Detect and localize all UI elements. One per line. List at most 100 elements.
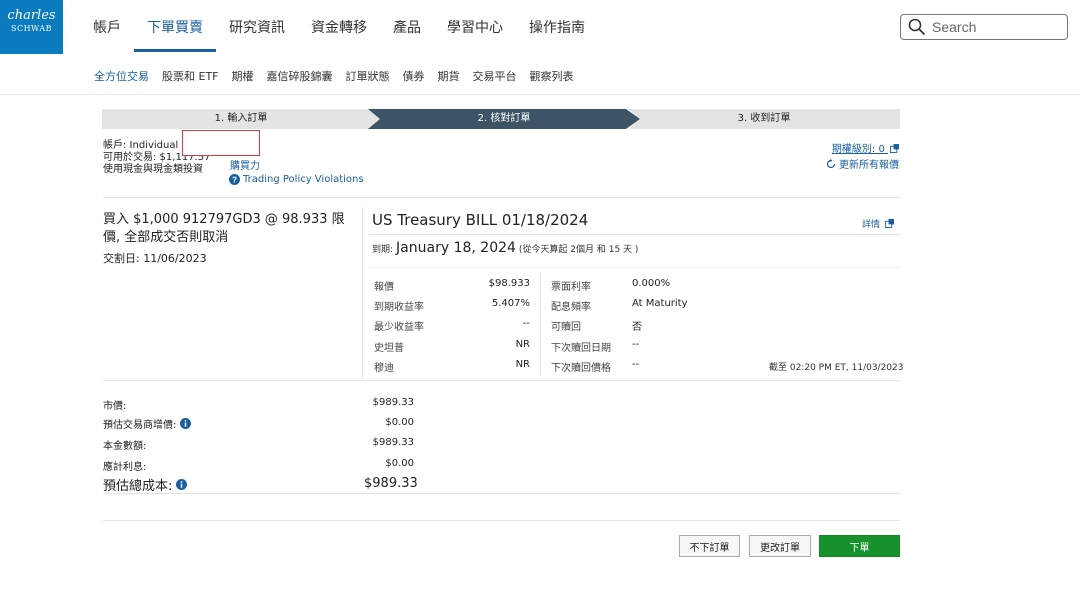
market-value-amount: $989.33 — [372, 397, 414, 408]
subnav-stock-slices[interactable]: 嘉信碎股錦囊 — [267, 68, 333, 84]
sp-rating-label: 史坦普 — [374, 343, 404, 354]
quote-label: 報價 — [374, 282, 394, 293]
trading-policy-violations-label: Trading Policy Violations — [243, 174, 364, 185]
yield-to-maturity-label: 到期收益率 — [374, 302, 424, 313]
info-icon[interactable] — [180, 418, 192, 429]
market-value-text: 市價: — [103, 401, 127, 412]
coupon-rate-value: 0.000% — [632, 278, 671, 289]
subnav-bonds[interactable]: 債券 — [403, 68, 425, 84]
total-divider — [103, 493, 900, 494]
maturity-row: 到期: January 18, 2024 (從今天算起 2個月 和 15 天 ) — [372, 240, 638, 256]
nav-trade[interactable]: 下單買賣 — [134, 0, 216, 54]
sub-nav: 全方位交易 股票和 ETF 期權 嘉信碎股錦囊 訂單狀態 債券 期貨 交易平台 … — [94, 68, 587, 84]
coupon-frequency-value: At Maturity — [632, 298, 688, 309]
trading-policy-violations-link[interactable]: ? Trading Policy Violations — [229, 174, 364, 185]
next-call-date-value: -- — [632, 339, 640, 350]
yield-to-worst-value: -- — [522, 318, 530, 329]
main-nav: 帳戶 下單買賣 研究資訊 資金轉移 產品 學習中心 操作指南 — [80, 0, 598, 54]
security-title: US Treasury BILL 01/18/2024 — [372, 211, 589, 229]
estimated-total-cost-label: 預估總成本: — [103, 475, 188, 494]
subnav-all-in-one-trade[interactable]: 全方位交易 — [94, 68, 149, 84]
accrued-interest-label: 應計利息: — [103, 458, 146, 473]
nav-products[interactable]: 產品 — [380, 0, 434, 54]
nav-learning[interactable]: 學習中心 — [434, 0, 516, 54]
step-enter-order-label: 1. 輸入訂單 — [214, 113, 268, 124]
sp-rating-value: NR — [515, 339, 530, 350]
principal-amount: $989.33 — [372, 437, 414, 448]
estimated-total-cost-amount: $989.33 — [364, 476, 418, 491]
nav-accounts[interactable]: 帳戶 — [80, 0, 134, 54]
subnav-order-status[interactable]: 訂單狀態 — [346, 68, 390, 84]
option-level-label: 期權級別: 0 — [831, 144, 885, 155]
callable-label: 可贖回 — [551, 322, 581, 333]
coupon-frequency-label: 配息頻率 — [551, 302, 591, 313]
order-summary: 買入 $1,000 912797GD3 @ 98.933 限價, 全部成交否則取… — [103, 212, 345, 245]
maturity-divider — [369, 267, 900, 268]
title-divider — [369, 234, 900, 235]
quote-timestamp: 截至 02:20 PM ET, 11/03/2023 — [769, 363, 904, 373]
step-review-order-label: 2. 核對訂單 — [477, 113, 531, 124]
buying-power-link[interactable]: 購買力 — [230, 157, 260, 172]
step-review-order: 2. 核對訂單 — [368, 109, 640, 129]
dealer-markup-text: 預估交易商增價: — [103, 420, 177, 431]
details-label: 詳情 — [862, 220, 881, 230]
details-vertical-divider — [540, 273, 541, 375]
external-link-icon — [884, 219, 894, 228]
nav-transfers[interactable]: 資金轉移 — [298, 0, 380, 54]
option-level-link[interactable]: 期權級別: 0 — [832, 140, 899, 155]
principal-label: 本金數額: — [103, 437, 146, 452]
market-value-label: 市價: — [103, 397, 126, 412]
details-link[interactable]: 詳情 — [862, 217, 894, 230]
refresh-quotes-link[interactable]: 更新所有報價 — [826, 156, 899, 171]
step-order-received: 3. 收到訂單 — [628, 109, 900, 129]
moodys-rating-label: 穆迪 — [374, 363, 394, 374]
principal-text: 本金數額: — [103, 441, 147, 452]
redaction-box — [182, 130, 260, 156]
callable-value: 否 — [632, 322, 642, 333]
costs-divider — [103, 380, 900, 381]
subnav-stocks-etf[interactable]: 股票和 ETF — [162, 68, 219, 84]
accrued-interest-amount: $0.00 — [385, 458, 414, 469]
subnav-trading-platforms[interactable]: 交易平台 — [473, 68, 517, 84]
schwab-logo[interactable]: charles SCHWAB — [0, 0, 63, 54]
next-call-price-value: -- — [632, 359, 640, 370]
settlement-date: 交割日: 11/06/2023 — [103, 252, 207, 265]
next-call-date-label: 下次贖回日期 — [551, 343, 611, 354]
nav-research[interactable]: 研究資訊 — [216, 0, 298, 54]
header-divider — [0, 94, 1080, 95]
change-order-button[interactable]: 更改訂單 — [749, 535, 811, 557]
search-icon[interactable] — [907, 17, 927, 37]
accrued-interest-text: 應計利息: — [103, 462, 147, 473]
refresh-icon — [826, 158, 836, 168]
maturity-date: January 18, 2024 — [396, 240, 516, 256]
maturity-label: 到期: — [372, 245, 394, 255]
svg-text:?: ? — [232, 175, 237, 184]
estimated-total-cost-text: 預估總成本: — [103, 479, 173, 494]
cash-investments-label: 使用現金與現金類投資 — [103, 164, 203, 175]
external-link-icon — [890, 144, 899, 153]
step-enter-order: 1. 輸入訂單 — [102, 109, 380, 129]
cancel-order-button[interactable]: 不下訂單 — [679, 535, 740, 557]
vertical-divider — [362, 207, 363, 379]
subnav-options[interactable]: 期權 — [232, 68, 254, 84]
subnav-futures[interactable]: 期貨 — [438, 68, 460, 84]
next-call-price-label: 下次贖回價格 — [551, 363, 611, 374]
help-icon: ? — [229, 174, 240, 185]
step-order-received-label: 3. 收到訂單 — [737, 113, 791, 124]
search-box[interactable] — [900, 14, 1068, 40]
order-steps: 1. 輸入訂單 2. 核對訂單 3. 收到訂單 — [102, 109, 900, 129]
actions-divider — [103, 520, 900, 521]
nav-guide[interactable]: 操作指南 — [516, 0, 598, 54]
search-input[interactable] — [932, 19, 1052, 35]
yield-to-maturity-value: 5.407% — [491, 298, 530, 309]
subnav-watchlists[interactable]: 觀察列表 — [530, 68, 574, 84]
maturity-note: (從今天算起 2個月 和 15 天 ) — [518, 245, 639, 255]
coupon-rate-label: 票面利率 — [551, 282, 591, 293]
refresh-quotes-label: 更新所有報價 — [839, 160, 899, 171]
logo-line2: SCHWAB — [10, 24, 53, 33]
section-divider — [103, 197, 900, 198]
yield-to-worst-label: 最少收益率 — [374, 322, 424, 333]
info-icon[interactable] — [176, 479, 188, 490]
place-order-button[interactable]: 下單 — [819, 535, 900, 557]
dealer-markup-amount: $0.00 — [385, 417, 414, 428]
